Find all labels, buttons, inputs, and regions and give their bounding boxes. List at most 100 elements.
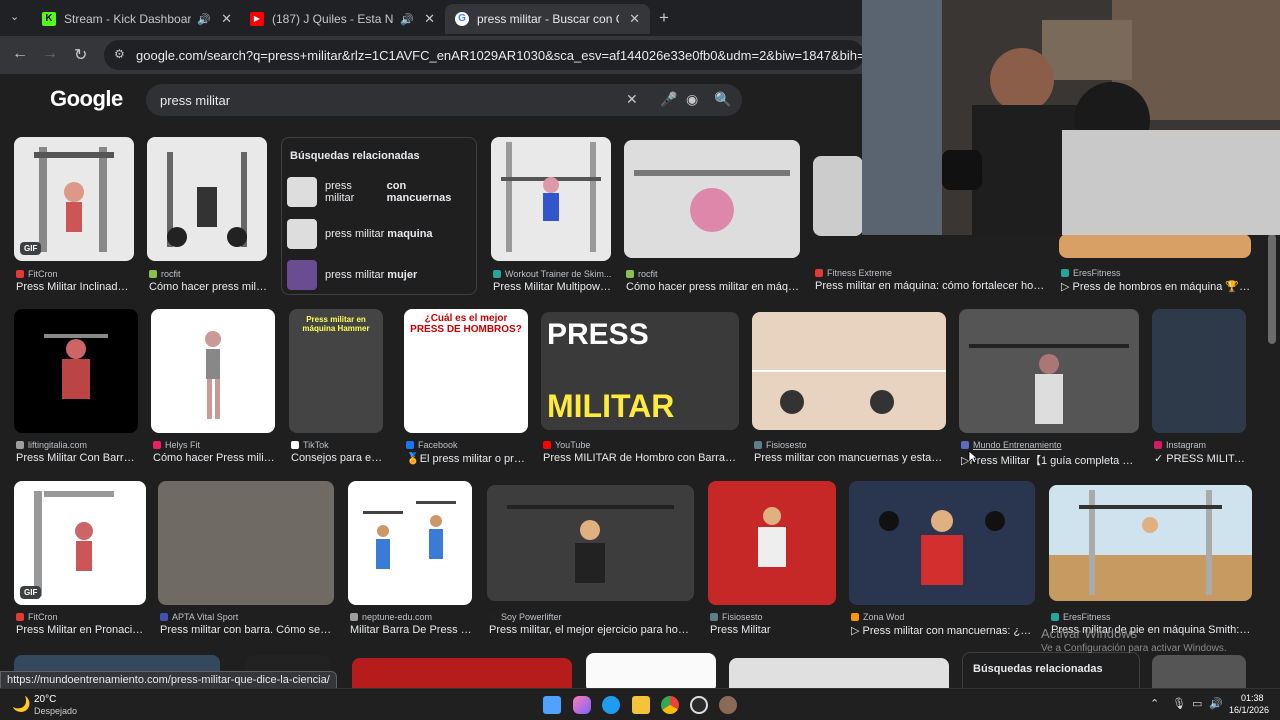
result-thumbnail[interactable] [1059, 234, 1251, 258]
result-source[interactable]: Soy Powerlifter [489, 612, 694, 622]
result-thumbnail[interactable] [491, 137, 611, 261]
result-thumbnail[interactable] [959, 309, 1139, 433]
close-tab-icon[interactable]: ✕ [221, 11, 232, 27]
app-icon[interactable] [719, 696, 737, 714]
result-caption[interactable]: ▷ Press militar con mancuernas: ¿Có... [851, 624, 1035, 637]
result-thumbnail[interactable] [151, 309, 275, 433]
clock-date[interactable]: 16/1/2026 [1229, 705, 1269, 715]
result-caption[interactable]: Militar Barra De Press P... [350, 624, 472, 636]
result-caption[interactable]: ▷ Press de hombros en máquina 🏆 Ej... [1061, 280, 1251, 293]
copilot-icon[interactable] [573, 696, 591, 714]
google-logo[interactable]: Google [50, 86, 123, 112]
result-source[interactable]: FitCron [16, 269, 134, 279]
back-arrow-icon[interactable]: ← [12, 45, 28, 63]
result-caption[interactable]: ✓ PRESS MILITAR... [1154, 452, 1246, 465]
site-info-icon[interactable]: ⚙ [114, 47, 125, 61]
result-source[interactable]: rocfit [626, 269, 800, 279]
tab-google-search[interactable]: G press militar - Buscar con Goog ✕ [445, 4, 650, 34]
result-source[interactable]: Zona Wod [851, 612, 1035, 622]
search-icon[interactable]: 🔍 [714, 91, 731, 108]
forward-arrow-icon[interactable]: → [42, 45, 58, 63]
result-thumbnail[interactable] [729, 658, 949, 688]
result-caption[interactable]: Cómo hacer Press milit... [153, 452, 275, 464]
lens-camera-icon[interactable]: ◉ [686, 91, 698, 108]
result-source[interactable]: Facebook [406, 440, 528, 450]
result-caption[interactable]: Press militar con barra. Cómo se ha... [160, 624, 334, 636]
result-source[interactable]: Helys Fit [153, 440, 275, 450]
result-source[interactable]: TikTok [291, 440, 383, 450]
clock-time[interactable]: 01:38 [1241, 693, 1264, 703]
close-tab-icon[interactable]: ✕ [629, 11, 640, 27]
result-source[interactable]: FitCron [16, 612, 146, 622]
weather-icon[interactable]: 🌙 [12, 695, 31, 713]
chrome-icon[interactable] [661, 696, 679, 714]
result-caption[interactable]: Press Militar Multipowe... [493, 281, 611, 293]
microphone-icon[interactable]: 🎙 [1172, 697, 1186, 710]
audio-playing-icon[interactable]: 🔊 [400, 13, 414, 26]
reload-icon[interactable]: ↻ [74, 45, 87, 65]
result-caption[interactable]: Press militar en máquina: cómo fortalece… [815, 280, 1045, 292]
result-caption[interactable]: Cómo hacer press militar en máquina [626, 281, 800, 293]
result-source[interactable]: Fisiosesto [754, 440, 946, 450]
network-icon[interactable]: ▭ [1192, 697, 1202, 710]
result-caption[interactable]: Press MILITAR de Hombro con Barra Se... [543, 452, 739, 464]
result-caption[interactable]: Consejos para el P... [291, 452, 383, 464]
result-caption[interactable]: ▷Press Militar【1 guía completa a ... [961, 452, 1139, 468]
result-source[interactable]: Instagram [1154, 440, 1246, 450]
address-bar[interactable]: ⚙ google.com/search?q=press+militar&rlz=… [104, 40, 864, 70]
result-thumbnail[interactable] [708, 481, 836, 605]
result-thumbnail[interactable] [849, 481, 1035, 605]
result-caption[interactable]: Cómo hacer press milit... [149, 281, 267, 293]
result-source[interactable]: Fisiosesto [710, 612, 836, 622]
result-caption[interactable]: 🏅El press militar o pre... [406, 452, 528, 465]
result-thumbnail[interactable]: GIF [14, 137, 134, 261]
related-search-con-mancuernas[interactable]: press militar con mancuernas [287, 175, 473, 209]
related-search-mujer[interactable]: press militar mujer [287, 258, 473, 292]
result-thumbnail[interactable] [752, 312, 946, 430]
result-thumbnail[interactable] [147, 137, 267, 261]
result-thumbnail[interactable] [348, 481, 472, 605]
page-scrollbar[interactable] [1268, 234, 1276, 344]
search-input[interactable]: press militar ✕ 🎤 ◉ 🔍 [146, 84, 742, 116]
result-source[interactable]: EresFitness [1061, 268, 1251, 278]
start-menu-icon[interactable] [543, 696, 561, 714]
file-explorer-icon[interactable] [632, 696, 650, 714]
result-thumbnail[interactable]: ¿Cuál es el mejor PRESS DE HOMBROS? [404, 309, 528, 433]
weather-temperature[interactable]: 20°C [34, 694, 56, 705]
volume-icon[interactable]: 🔊 [1209, 697, 1223, 710]
result-caption[interactable]: Press Militar en Pronació... [16, 624, 146, 636]
result-thumbnail[interactable] [14, 309, 138, 433]
result-caption[interactable]: Press Militar [710, 624, 836, 636]
microphone-icon[interactable]: 🎤 [660, 91, 677, 108]
result-caption[interactable]: Press militar, el mejor ejercicio para h… [489, 624, 694, 636]
result-thumbnail[interactable] [813, 156, 863, 236]
result-thumbnail[interactable] [352, 658, 572, 688]
clear-search-icon[interactable]: ✕ [626, 91, 638, 108]
result-caption[interactable]: Press militar con mancuernas y estabili.… [754, 452, 946, 464]
result-thumbnail[interactable] [586, 653, 716, 688]
result-thumbnail[interactable] [624, 140, 800, 258]
result-caption[interactable]: Press Militar Con Barra ... [16, 452, 138, 464]
result-source[interactable]: Fitness Extreme [815, 268, 1045, 278]
audio-playing-icon[interactable]: 🔊 [197, 13, 211, 26]
result-thumbnail[interactable] [158, 481, 334, 605]
result-thumbnail[interactable] [1049, 485, 1252, 601]
result-thumbnail[interactable] [1152, 655, 1246, 688]
tab-list-dropdown-icon[interactable]: ⌄ [10, 10, 19, 23]
result-source[interactable]: Workout Trainer de Skim... [493, 269, 611, 279]
result-thumbnail[interactable] [487, 485, 694, 601]
close-tab-icon[interactable]: ✕ [424, 11, 435, 27]
result-source[interactable]: EresFitness [1051, 612, 1252, 622]
tab-youtube[interactable]: ▶ (187) J Quiles - Esta Noche 🔊 ✕ [240, 4, 445, 34]
result-source[interactable]: rocfit [149, 269, 267, 279]
result-thumbnail[interactable]: Press militar en máquina Hammer [289, 309, 383, 433]
result-source[interactable]: liftingitalia.com [16, 440, 138, 450]
result-thumbnail[interactable]: PRESS MILITAR [541, 312, 739, 430]
result-thumbnail[interactable]: GIF [14, 481, 146, 605]
new-tab-button[interactable]: + [659, 8, 669, 28]
related-search-maquina[interactable]: press militar maquina [287, 217, 473, 251]
result-source[interactable]: neptune-edu.com [350, 612, 472, 622]
result-source[interactable]: YouTube [543, 440, 739, 450]
result-caption[interactable]: Press Militar Inclinado ... [16, 281, 134, 293]
tab-kick-dashboard[interactable]: K Stream - Kick Dashboard 🔊 ✕ [32, 4, 242, 34]
